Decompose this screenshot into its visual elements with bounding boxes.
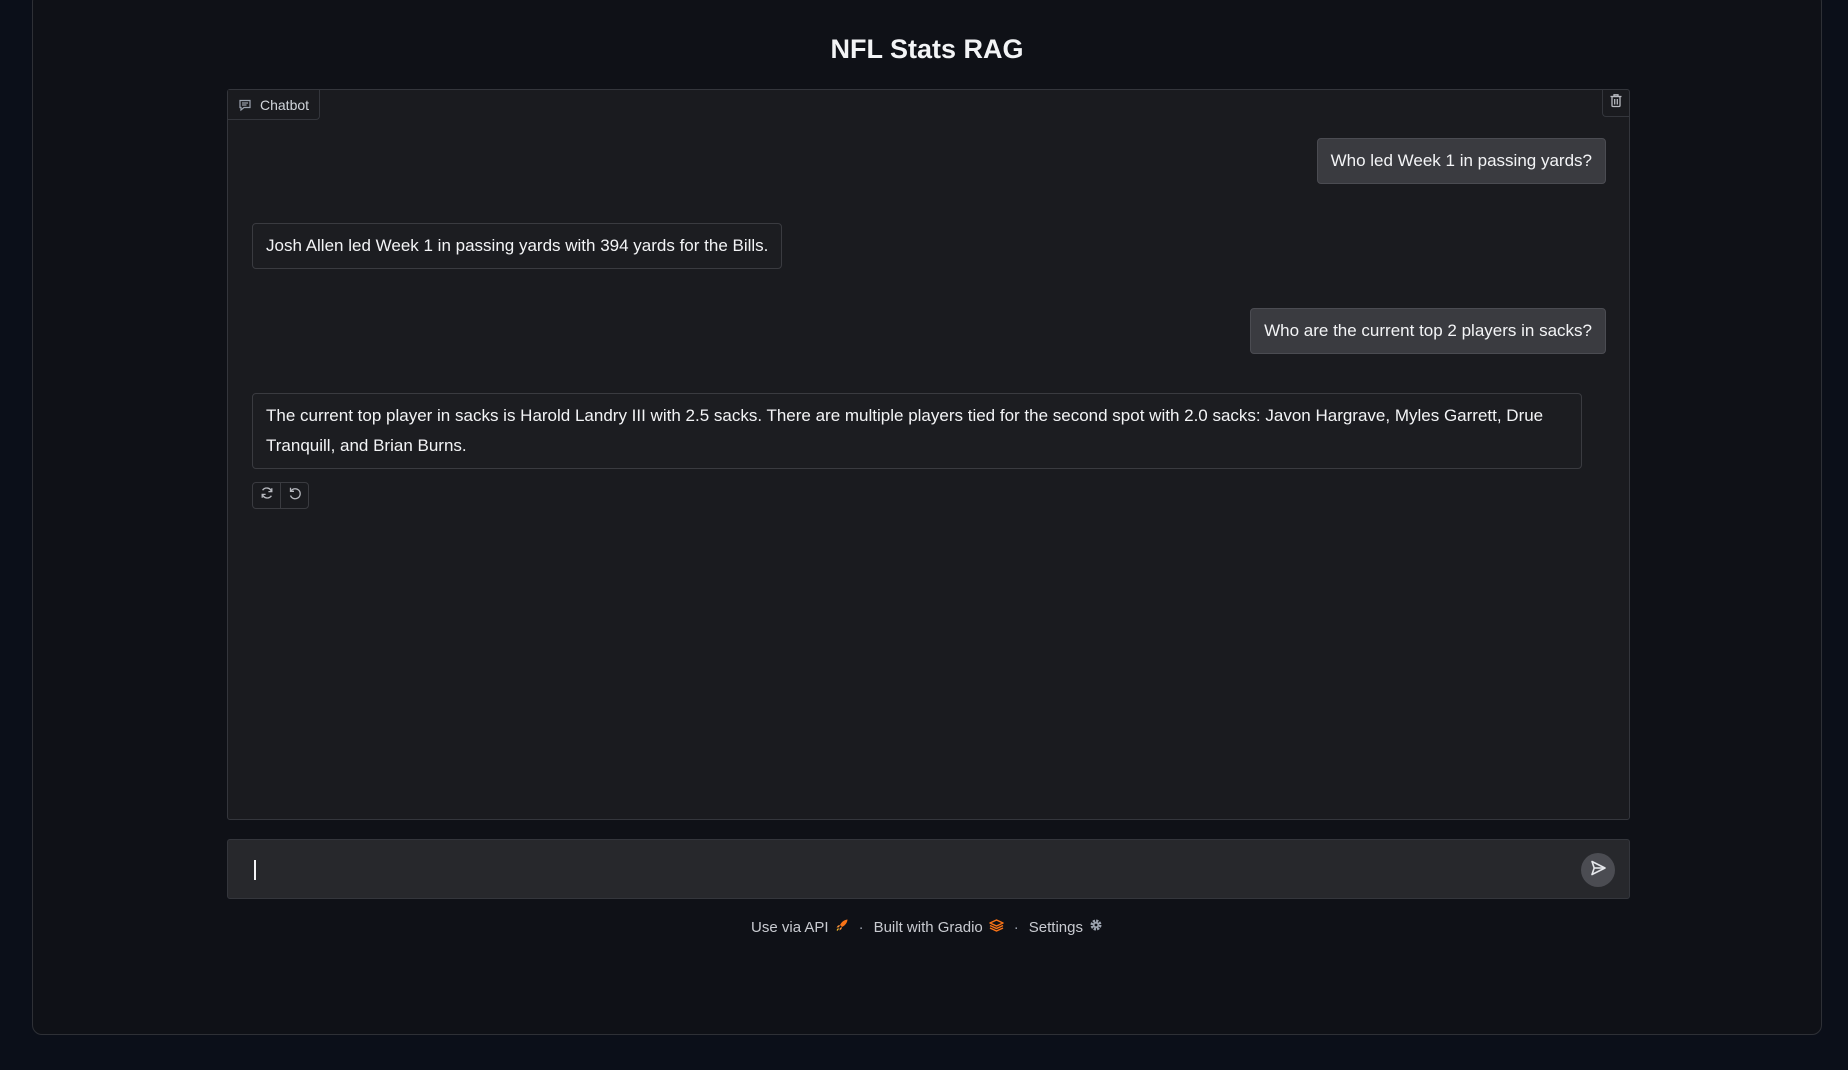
gradio-logo-icon <box>989 918 1004 936</box>
footer-separator: · <box>858 918 864 936</box>
bot-message: Josh Allen led Week 1 in passing yards w… <box>252 223 783 269</box>
chatbot-label-text: Chatbot <box>260 96 310 113</box>
chat-bubble-icon <box>238 98 252 112</box>
trash-icon <box>1609 93 1623 113</box>
rocket-icon <box>835 918 849 936</box>
retry-icon <box>260 486 274 505</box>
send-button[interactable] <box>1581 853 1615 887</box>
message-actions <box>252 482 309 509</box>
chatbot-panel: Chatbot Who led Week 1 in passing yards?… <box>227 89 1630 820</box>
built-with-gradio-label: Built with Gradio <box>873 918 983 936</box>
footer-separator: · <box>1013 918 1019 936</box>
message-input-bar <box>227 839 1630 899</box>
footer: Use via API · Built with Gradio · Settin… <box>0 918 1848 936</box>
message-input[interactable] <box>252 854 1552 884</box>
send-icon <box>1589 859 1607 882</box>
use-via-api-link[interactable]: Use via API <box>751 918 849 936</box>
user-message: Who led Week 1 in passing yards? <box>1316 138 1606 184</box>
chatbot-label: Chatbot <box>228 90 321 120</box>
built-with-gradio-link[interactable]: Built with Gradio <box>874 919 1004 936</box>
undo-icon <box>288 486 302 505</box>
clear-chat-button[interactable] <box>1602 90 1629 117</box>
gear-icon <box>1089 918 1103 936</box>
page-title: NFL Stats RAG <box>830 34 1024 64</box>
settings-link[interactable]: Settings <box>1029 918 1103 936</box>
settings-label: Settings <box>1028 918 1083 936</box>
use-via-api-label: Use via API <box>751 918 829 936</box>
user-message: Who are the current top 2 players in sac… <box>1250 308 1606 354</box>
bot-message: The current top player in sacks is Harol… <box>252 393 1582 469</box>
retry-button[interactable] <box>253 483 280 508</box>
undo-button[interactable] <box>280 483 308 508</box>
